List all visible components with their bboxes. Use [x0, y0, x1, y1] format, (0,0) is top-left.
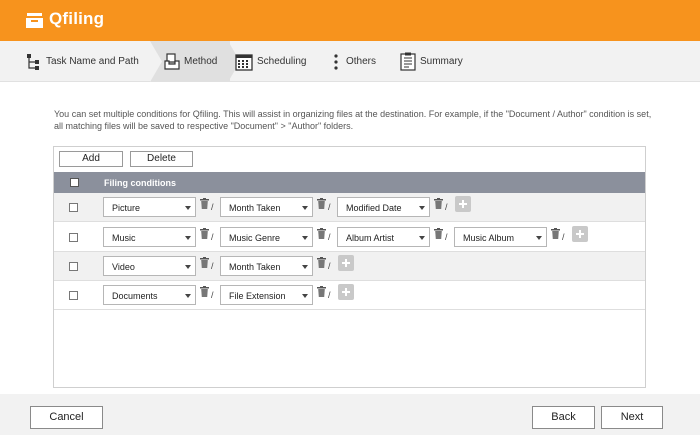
condition-row: Video / Month Taken / — [54, 252, 645, 281]
inbox-tray-icon — [164, 53, 180, 70]
next-button[interactable]: Next — [601, 406, 663, 429]
method-description: You can set multiple conditions for Qfil… — [54, 109, 652, 131]
condition-row: Documents / File Extension / — [54, 281, 645, 310]
calendar-icon — [235, 53, 253, 71]
chevron-down-icon — [302, 294, 308, 298]
trash-icon[interactable] — [317, 286, 326, 297]
condition-select[interactable]: Documents — [103, 285, 196, 305]
condition-select[interactable]: Month Taken — [220, 256, 313, 276]
add-condition-plus-icon[interactable] — [338, 284, 354, 300]
trash-icon[interactable] — [317, 257, 326, 268]
add-condition-plus-icon[interactable] — [338, 255, 354, 271]
separator: / — [328, 232, 331, 242]
clipboard-icon — [400, 52, 416, 71]
title-bar: Qfiling — [0, 0, 700, 41]
step-label: Method — [184, 56, 218, 67]
separator: / — [445, 232, 448, 242]
step-method[interactable]: Method — [164, 41, 217, 82]
trash-icon[interactable] — [317, 198, 326, 209]
separator: / — [211, 261, 214, 271]
condition-row: Picture / Month Taken / Modified Date / — [54, 193, 645, 222]
row-checkbox[interactable] — [69, 291, 78, 300]
condition-select[interactable]: Month Taken — [220, 197, 313, 217]
filing-conditions-header: Filing conditions — [104, 178, 176, 188]
condition-select[interactable]: Video — [103, 256, 196, 276]
step-navigation: Task Name and Path Method Scheduling Oth… — [0, 41, 700, 82]
trash-icon[interactable] — [200, 228, 209, 239]
separator: / — [211, 202, 214, 212]
back-button[interactable]: Back — [532, 406, 595, 429]
separator: / — [328, 202, 331, 212]
condition-select[interactable]: Picture — [103, 197, 196, 217]
step-label: Others — [346, 56, 377, 67]
step-others[interactable]: Others — [333, 41, 376, 82]
condition-select[interactable]: Music Album — [454, 227, 547, 247]
add-button[interactable]: Add — [59, 151, 123, 167]
step-arrow-left — [150, 41, 162, 82]
separator: / — [328, 290, 331, 300]
chevron-down-icon — [302, 206, 308, 210]
step-label: Task Name and Path — [46, 56, 139, 67]
row-checkbox[interactable] — [69, 262, 78, 271]
separator: / — [445, 202, 448, 212]
trash-icon[interactable] — [317, 228, 326, 239]
step-label: Scheduling — [257, 56, 307, 67]
condition-select[interactable]: Music — [103, 227, 196, 247]
chevron-down-icon — [419, 236, 425, 240]
chevron-down-icon — [302, 265, 308, 269]
trash-icon[interactable] — [200, 286, 209, 297]
chevron-down-icon — [419, 206, 425, 210]
condition-row: Music / Music Genre / Album Artist / Mus… — [54, 223, 645, 252]
chevron-down-icon — [302, 236, 308, 240]
table-header: Filing conditions — [54, 172, 645, 193]
trash-icon[interactable] — [434, 228, 443, 239]
condition-select[interactable]: Music Genre — [220, 227, 313, 247]
chevron-down-icon — [185, 206, 191, 210]
trash-icon[interactable] — [200, 257, 209, 268]
row-checkbox[interactable] — [69, 233, 78, 242]
condition-select[interactable]: File Extension — [220, 285, 313, 305]
trash-icon[interactable] — [551, 228, 560, 239]
separator: / — [328, 261, 331, 271]
condition-select[interactable]: Album Artist — [337, 227, 430, 247]
footer-bar — [0, 394, 700, 435]
trash-icon[interactable] — [200, 198, 209, 209]
chevron-down-icon — [185, 236, 191, 240]
step-task-name-and-path[interactable]: Task Name and Path — [26, 41, 139, 82]
cancel-button[interactable]: Cancel — [30, 406, 103, 429]
step-scheduling[interactable]: Scheduling — [235, 41, 306, 82]
add-condition-plus-icon[interactable] — [572, 226, 588, 242]
chevron-down-icon — [185, 294, 191, 298]
chevron-down-icon — [536, 236, 542, 240]
more-vertical-icon — [334, 53, 338, 70]
qfiling-logo-icon — [26, 13, 43, 28]
row-checkbox[interactable] — [69, 203, 78, 212]
tree-icon — [27, 53, 39, 70]
step-label: Summary — [420, 56, 463, 67]
condition-select[interactable]: Modified Date — [337, 197, 430, 217]
filing-conditions-panel: Add Delete Filing conditions Picture / M… — [53, 146, 646, 388]
add-condition-plus-icon[interactable] — [455, 196, 471, 212]
select-all-checkbox[interactable] — [70, 178, 79, 187]
separator: / — [211, 290, 214, 300]
trash-icon[interactable] — [434, 198, 443, 209]
app-title: Qfiling — [49, 9, 105, 28]
separator: / — [562, 232, 565, 242]
step-summary[interactable]: Summary — [400, 41, 463, 82]
chevron-down-icon — [185, 265, 191, 269]
separator: / — [211, 232, 214, 242]
delete-button[interactable]: Delete — [130, 151, 193, 167]
